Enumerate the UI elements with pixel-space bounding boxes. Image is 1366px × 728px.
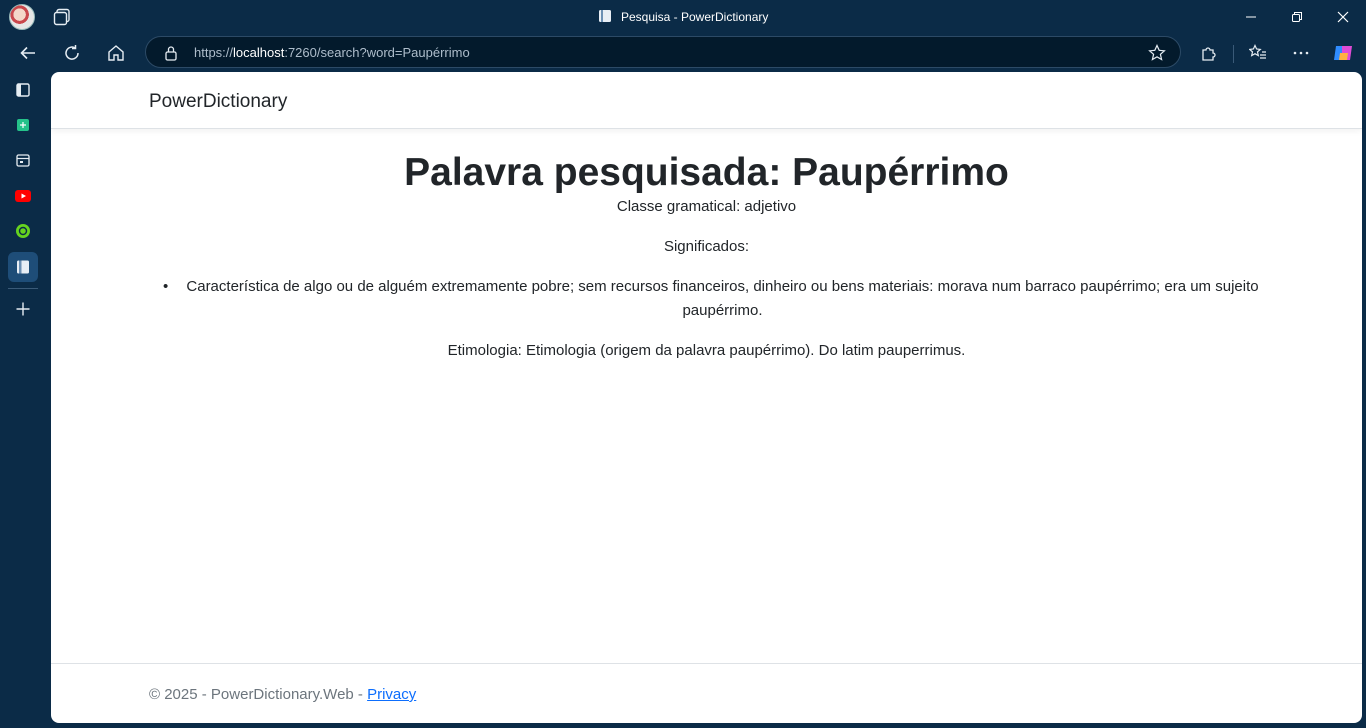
sidebar-divider: [8, 288, 38, 289]
meaning-text: Característica de algo ou de alguém extr…: [186, 278, 1259, 319]
copyright-text: © 2025 - PowerDictionary.Web -: [149, 686, 368, 703]
close-button[interactable]: [1320, 0, 1366, 34]
back-button[interactable]: [12, 37, 44, 69]
bullet: •: [163, 278, 169, 295]
address-bar[interactable]: https://localhost:7260/search?word=Paupé…: [145, 36, 1181, 68]
favorite-star-icon[interactable]: [1148, 44, 1166, 62]
copilot-icon: [1334, 46, 1352, 60]
lock-icon[interactable]: [164, 45, 178, 61]
browser-toolbar: https://localhost:7260/search?word=Paupé…: [0, 34, 1366, 72]
plus-icon: [16, 302, 30, 316]
sidebar-tab-actions-button[interactable]: [8, 75, 38, 105]
url-text[interactable]: https://localhost:7260/search?word=Paupé…: [194, 45, 470, 60]
etymology: Etimologia: Etimologia (origem da palavr…: [447, 342, 966, 359]
home-button[interactable]: [100, 37, 132, 69]
home-icon: [108, 45, 124, 61]
restore-icon: [1292, 12, 1302, 22]
green-circle-app-icon: [16, 224, 30, 238]
meanings-list: • Característica de algo ou de alguém ext…: [163, 275, 1264, 323]
sidebar-tab-active[interactable]: [8, 252, 38, 282]
page-heading: Palavra pesquisada: Paupérrimo: [404, 151, 1009, 194]
page-favicon-icon: [598, 10, 611, 22]
meanings-label: Significados:: [663, 238, 750, 255]
toolbar-divider: [1233, 45, 1234, 63]
browser-sidebar: [0, 72, 46, 728]
close-icon: [1337, 11, 1349, 23]
minimize-icon: [1246, 16, 1256, 18]
site-footer: © 2025 - PowerDictionary.Web - Privacy: [51, 663, 1362, 723]
extensions-button[interactable]: [1193, 37, 1225, 69]
more-dots-icon: [1293, 51, 1309, 55]
window-title-text: Pesquisa - PowerDictionary: [620, 10, 769, 24]
extensions-puzzle-icon: [1202, 47, 1216, 61]
calendar-icon: [16, 154, 30, 167]
sidebar-tab-4[interactable]: [8, 216, 38, 246]
main-content: Palavra pesquisada: Paupérrimo Classe gr…: [51, 129, 1362, 363]
page-document-icon: [17, 260, 29, 274]
sidebar-add-button[interactable]: [8, 294, 38, 324]
favorites-button[interactable]: [1242, 37, 1274, 69]
green-app-icon: [17, 119, 29, 131]
sidebar-tab-1[interactable]: [8, 110, 38, 140]
brand-link[interactable]: PowerDictionary: [149, 91, 287, 113]
footer-text: © 2025 - PowerDictionary.Web - Privacy: [149, 686, 416, 703]
sidebar-tab-3[interactable]: [8, 181, 38, 211]
site-navbar: PowerDictionary: [51, 72, 1362, 129]
youtube-icon: [15, 190, 31, 202]
minimize-button[interactable]: [1228, 0, 1274, 34]
more-menu-button[interactable]: [1285, 37, 1317, 69]
favorites-list-icon: [1249, 44, 1266, 59]
word-class: Classe gramatical: adjetivo: [616, 198, 797, 215]
back-arrow-icon: [20, 46, 35, 60]
refresh-icon: [65, 45, 79, 60]
copilot-button[interactable]: [1327, 37, 1359, 69]
window-title: Pesquisa - PowerDictionary: [0, 9, 1366, 24]
refresh-button[interactable]: [56, 37, 88, 69]
list-item: • Característica de algo ou de alguém ext…: [163, 275, 1264, 323]
sidebar-tab-2[interactable]: [8, 145, 38, 175]
title-bar: Pesquisa - PowerDictionary: [0, 0, 1366, 34]
page-viewport: PowerDictionary Palavra pesquisada: Paup…: [51, 72, 1362, 723]
tab-panel-icon: [16, 83, 30, 97]
privacy-link[interactable]: Privacy: [367, 686, 416, 703]
restore-button[interactable]: [1274, 0, 1320, 34]
